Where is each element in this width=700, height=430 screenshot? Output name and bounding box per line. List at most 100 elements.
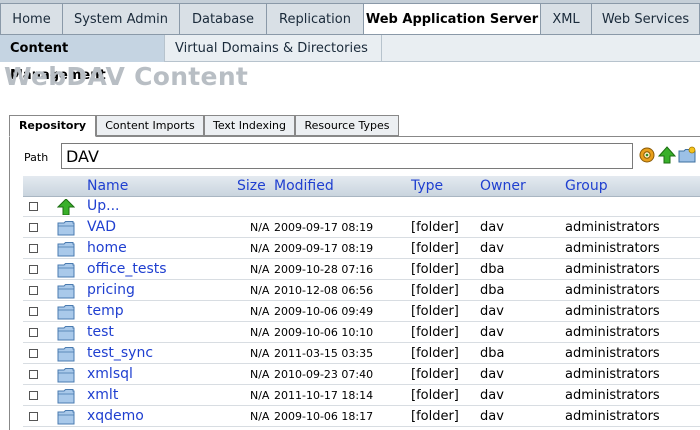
row-name-link[interactable]: VAD [87,219,116,235]
subtab-content-management[interactable]: Content Management [0,35,165,83]
tab-home[interactable]: Home [0,3,63,34]
new-folder-icon[interactable] [677,145,697,165]
row-size: N/A [250,389,270,402]
folder-icon [57,326,75,341]
row-type: [folder] [411,388,459,403]
folder-icon [57,389,75,404]
folder-icon [57,305,75,320]
row-group: administrators [565,346,660,361]
row-owner: dba [480,346,505,361]
folder-icon [57,221,75,236]
table-row: test_sync N/A 2011-03-15 03:35 [folder] … [23,344,700,364]
row-name-link[interactable]: test [87,324,114,340]
row-group: administrators [565,325,660,340]
row-owner: dav [480,304,504,319]
row-group: administrators [565,388,660,403]
row-size: N/A [250,263,270,276]
row-modified: 2009-09-17 08:19 [274,221,374,234]
tab-web-services[interactable]: Web Services [591,3,700,34]
row-checkbox[interactable] [29,244,38,253]
row-modified: 2009-09-17 08:19 [274,242,374,255]
row-modified: 2010-12-08 06:56 [274,284,374,297]
table-row: office_tests N/A 2009-10-28 07:16 [folde… [23,260,700,280]
table-row: temp N/A 2009-10-06 09:49 [folder] dav a… [23,302,700,322]
row-modified: 2011-03-15 03:35 [274,347,374,360]
subtab-virtual-domains[interactable]: Virtual Domains & Directories [165,35,382,62]
row-owner: dav [480,220,504,235]
row-checkbox[interactable] [29,265,38,274]
tab-resource-types[interactable]: Resource Types [295,115,399,136]
row-size: N/A [250,305,270,318]
row-checkbox[interactable] [29,202,38,211]
row-checkbox[interactable] [29,223,38,232]
top-nav: Home System Admin Database Replication W… [0,0,700,35]
row-name-link[interactable]: xqdemo [87,408,144,424]
tab-web-application-server[interactable]: Web Application Server [363,3,541,34]
row-group: administrators [565,367,660,382]
column-header-owner[interactable]: Owner [480,176,526,196]
row-size: N/A [250,326,270,339]
table-row: VAD N/A 2009-09-17 08:19 [folder] dav ad… [23,218,700,238]
tab-database[interactable]: Database [179,3,267,34]
row-name-link[interactable]: office_tests [87,261,167,277]
row-modified: 2009-10-06 18:17 [274,410,374,423]
row-group: administrators [565,241,660,256]
row-modified: 2009-10-06 10:10 [274,326,374,339]
row-type: [folder] [411,367,459,382]
tab-text-indexing[interactable]: Text Indexing [204,115,295,136]
row-checkbox[interactable] [29,307,38,316]
tab-content-imports[interactable]: Content Imports [96,115,204,136]
column-header-group[interactable]: Group [565,176,608,196]
column-header-modified[interactable]: Modified [274,176,334,196]
sub-nav: Content Management Virtual Domains & Dir… [0,35,700,83]
column-header-size[interactable]: Size [237,176,266,196]
table-row: xmlt N/A 2011-10-17 18:14 [folder] dav a… [23,386,700,406]
row-size: N/A [250,242,270,255]
row-size: N/A [250,347,270,360]
folder-icon [57,368,75,383]
row-type: [folder] [411,283,459,298]
row-name-link[interactable]: home [87,240,127,256]
row-type: [folder] [411,325,459,340]
up-arrow-icon[interactable] [657,145,677,165]
row-checkbox[interactable] [29,349,38,358]
row-group: administrators [565,262,660,277]
row-name-link[interactable]: test_sync [87,345,153,361]
row-type: [folder] [411,304,459,319]
row-type: [folder] [411,241,459,256]
row-name-link[interactable]: temp [87,303,124,319]
table-header: Name Size Modified Type Owner Group [23,176,700,197]
table-row: xmlsql N/A 2010-09-23 07:40 [folder] dav… [23,365,700,385]
tab-system-admin[interactable]: System Admin [62,3,180,34]
row-type: [folder] [411,220,459,235]
row-group: administrators [565,283,660,298]
column-header-name[interactable]: Name [87,176,128,196]
row-name-link[interactable]: xmlsql [87,366,133,382]
settings-gear-icon[interactable] [637,145,657,165]
row-size: N/A [250,221,270,234]
up-link[interactable]: Up... [87,198,119,214]
row-type: [folder] [411,262,459,277]
row-name-link[interactable]: pricing [87,282,135,298]
row-checkbox[interactable] [29,391,38,400]
row-size: N/A [250,410,270,423]
row-checkbox[interactable] [29,286,38,295]
table-row: test N/A 2009-10-06 10:10 [folder] dav a… [23,323,700,343]
tab-repository[interactable]: Repository [9,115,96,137]
up-arrow-icon[interactable] [57,199,75,215]
row-checkbox[interactable] [29,412,38,421]
tab-replication[interactable]: Replication [266,3,364,34]
path-input[interactable] [61,143,633,169]
folder-icon [57,410,75,425]
row-type: [folder] [411,409,459,424]
tab-xml[interactable]: XML [540,3,592,34]
row-modified: 2009-10-28 07:16 [274,263,374,276]
row-checkbox[interactable] [29,370,38,379]
row-group: administrators [565,220,660,235]
row-size: N/A [250,284,270,297]
column-header-type[interactable]: Type [411,176,443,196]
row-checkbox[interactable] [29,328,38,337]
row-name-link[interactable]: xmlt [87,387,118,403]
row-modified: 2009-10-06 09:49 [274,305,374,318]
row-type: [folder] [411,346,459,361]
